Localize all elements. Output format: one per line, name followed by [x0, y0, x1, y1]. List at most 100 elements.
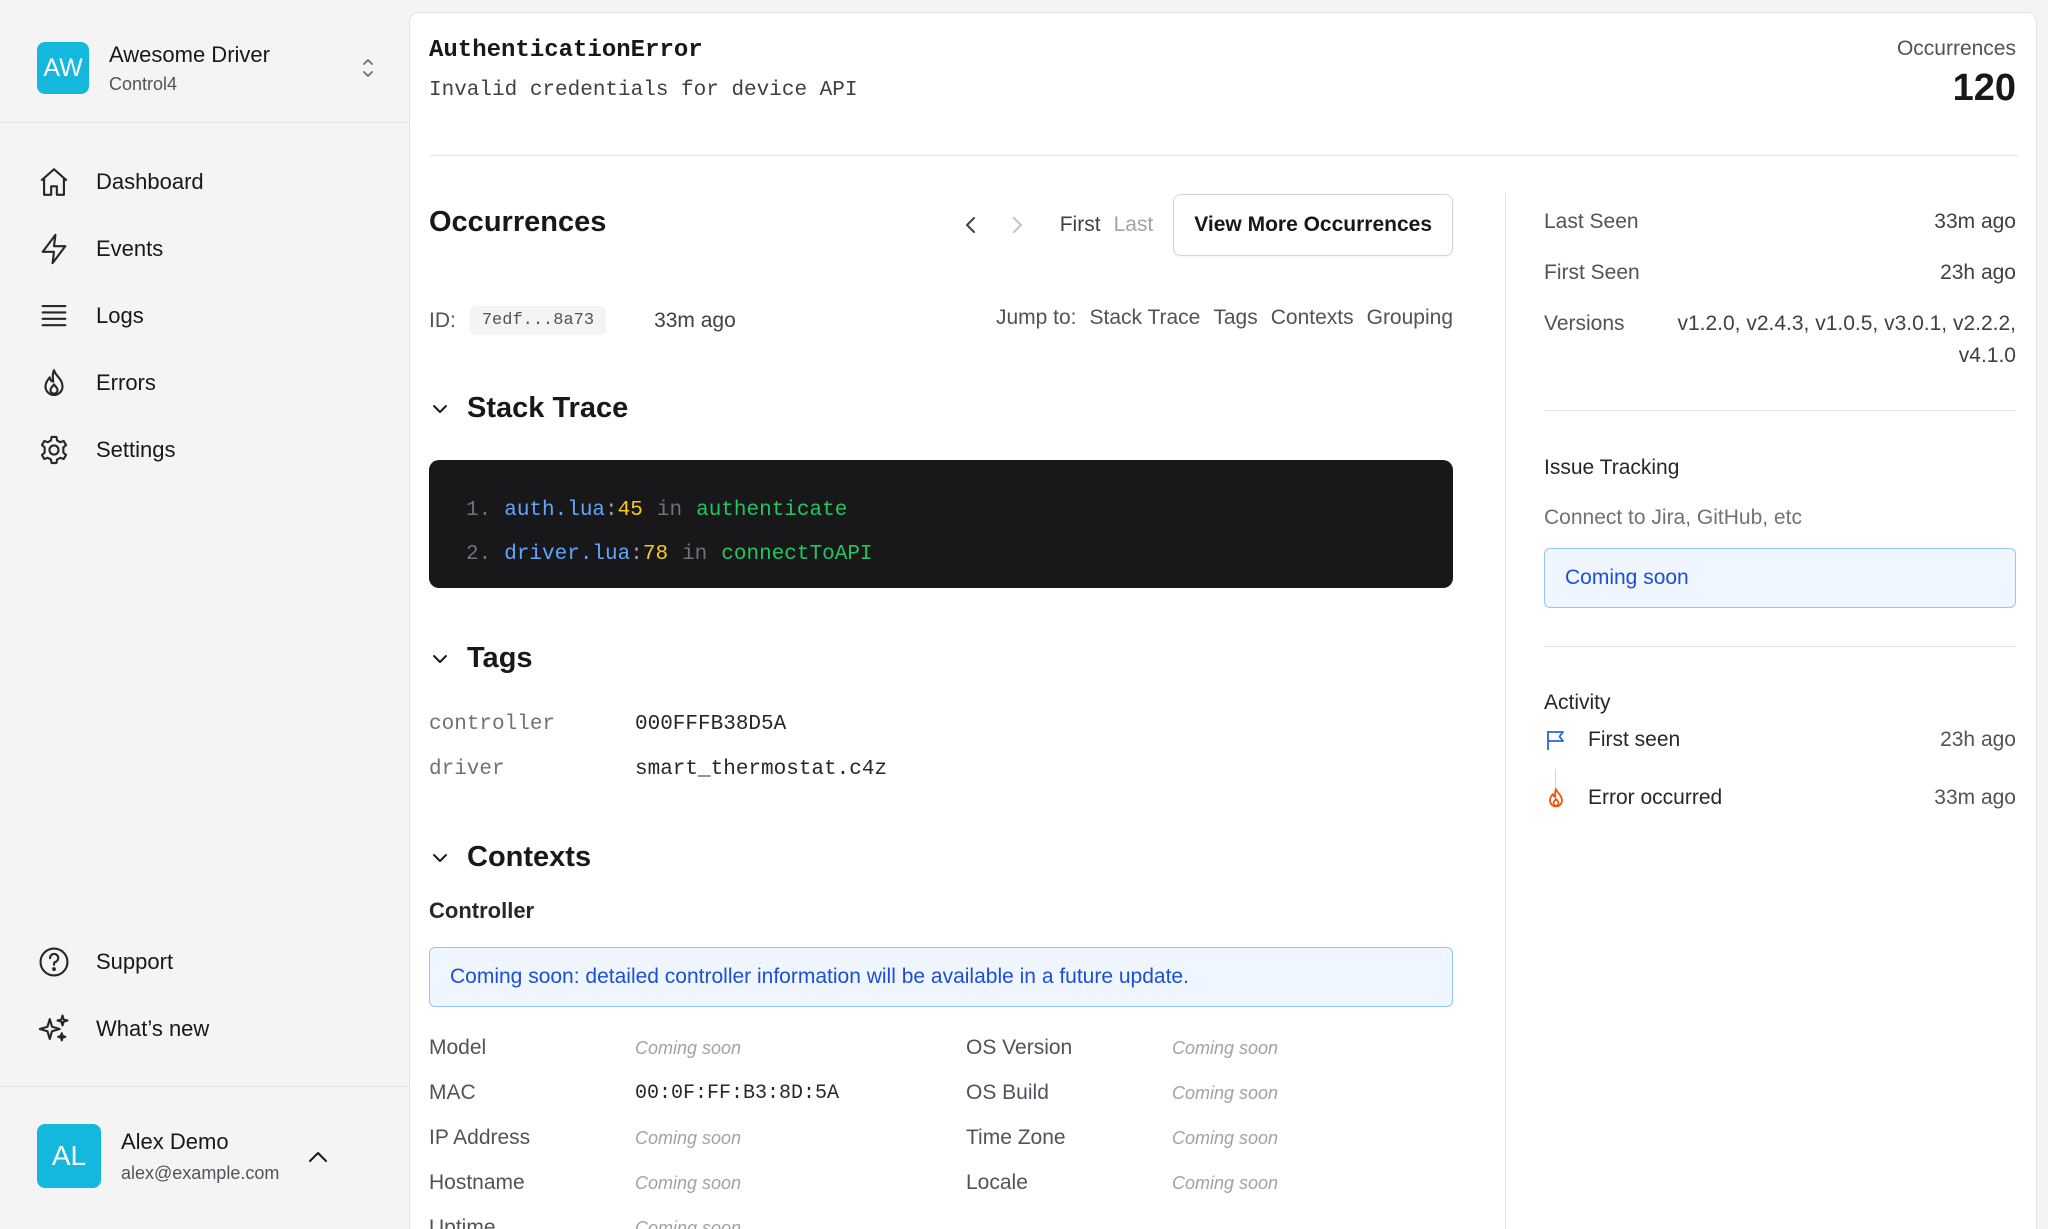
flame-icon [1549, 788, 1563, 808]
header-divider [429, 155, 2019, 156]
chevron-left-icon[interactable] [956, 210, 986, 240]
versions-value: v1.2.0, v2.4.3, v1.0.5, v3.0.1, v2.2.2, … [1677, 308, 2016, 372]
frame-line: 45 [617, 498, 643, 522]
occurrence-pager: First Last View More Occurrences [956, 194, 1453, 256]
chevron-right-icon [1012, 217, 1022, 233]
sparkles-icon [38, 1013, 69, 1041]
gear-icon [40, 435, 68, 464]
tag-value: 000FFFB38D5A [635, 713, 787, 736]
frame-function: connectToAPI [721, 542, 873, 566]
context-key: OS Version [966, 1036, 1073, 1059]
tags-heading: Tags [467, 642, 533, 674]
sidebar-item-label: Settings [96, 436, 176, 462]
flag-icon [1547, 731, 1564, 750]
last-seen-row: Last Seen 33m ago [1544, 210, 2016, 234]
last-seen-label: Last Seen [1544, 210, 1639, 233]
sidebar-item-label: Events [96, 235, 164, 261]
sidebar-item-label: Logs [96, 302, 144, 328]
sidebar-item-support[interactable]: Support [37, 928, 377, 995]
error-detail-panel: AuthenticationError Invalid credentials … [409, 12, 2037, 1229]
sidebar-item-label: Errors [96, 369, 156, 395]
activity-label: First seen [1588, 728, 1681, 751]
context-key: Model [429, 1036, 487, 1059]
team-name: Awesome Driver [109, 41, 270, 67]
sidebar: AW Awesome Driver Control4 Dashboard Eve… [0, 0, 409, 1229]
context-key: Time Zone [966, 1126, 1066, 1149]
tag-row: driver smart_thermostat.c4z [429, 758, 887, 781]
last-occurrence-link: Last [1113, 213, 1154, 236]
context-value: Coming soon [635, 1217, 742, 1229]
error-message: Invalid credentials for device API [429, 79, 858, 102]
frame-number: 1. [466, 498, 492, 522]
stack-trace-code: 1. auth.lua:45 in authenticate 2. driver… [429, 460, 1453, 588]
sidebar-item-logs[interactable]: Logs [37, 282, 377, 349]
controller-coming-soon-notice: Coming soon: detailed controller informa… [429, 947, 1453, 1007]
frame-in: in [656, 498, 683, 522]
tag-value: smart_thermostat.c4z [635, 758, 888, 781]
stack-trace-heading: Stack Trace [467, 392, 629, 424]
section-divider [1544, 410, 2016, 411]
chevron-up-down-icon [363, 59, 373, 77]
sidebar-item-errors[interactable]: Errors [37, 349, 377, 416]
sidebar-item-whats-new[interactable]: What’s new [37, 995, 377, 1062]
chevron-down-icon [433, 853, 447, 862]
first-occurrence-link[interactable]: First [1060, 213, 1101, 237]
activity-item: Error occurred 33m ago [1544, 786, 2016, 810]
context-key: MAC [429, 1081, 476, 1104]
context-value: 00:0F:FF:B3:8D:5A [635, 1081, 840, 1105]
frame-line: 78 [642, 542, 669, 566]
id-label: ID: [429, 308, 456, 332]
stack-frame: 2. driver.lua:78 in connectToAPI [466, 542, 873, 566]
occurrence-id[interactable]: 7edf...8a73 [469, 306, 607, 335]
versions-line: v1.2.0, v2.4.3, v1.0.5, v3.0.1, v2.2.2, [1677, 312, 2016, 335]
chevron-up-icon [309, 1152, 327, 1162]
tag-row: controller 000FFFB38D5A [429, 713, 786, 736]
first-seen-value: 23h ago [1940, 261, 2016, 284]
activity-time: 33m ago [1934, 786, 2016, 809]
tags-toggle[interactable]: Tags [429, 642, 533, 675]
stack-trace-toggle[interactable]: Stack Trace [429, 392, 628, 425]
context-row: Uptime Coming soon [429, 1216, 741, 1229]
sidebar-divider [0, 1086, 409, 1087]
user-name: Alex Demo [121, 1128, 229, 1154]
versions-line: v4.1.0 [1958, 344, 2016, 367]
first-seen-row: First Seen 23h ago [1544, 261, 2016, 285]
activity-heading: Activity [1544, 691, 1611, 714]
jump-contexts-link[interactable]: Contexts [1271, 306, 1354, 330]
flame-icon [44, 368, 64, 396]
context-row: Model Coming soon [429, 1036, 741, 1060]
context-row: Locale Coming soon [966, 1171, 1278, 1195]
list-icon [41, 304, 67, 326]
team-platform: Control4 [109, 73, 178, 94]
team-switcher[interactable]: AW Awesome Driver Control4 [37, 40, 377, 96]
tag-key: controller [429, 713, 556, 736]
contexts-toggle[interactable]: Contexts [429, 841, 591, 874]
secondary-nav: Support What’s new [37, 928, 377, 1062]
tag-key: driver [429, 758, 505, 781]
frame-in: in [682, 542, 708, 566]
chevron-down-icon [433, 654, 447, 663]
context-row: OS Build Coming soon [966, 1081, 1278, 1105]
sidebar-item-dashboard[interactable]: Dashboard [37, 148, 377, 215]
activity-label: Error occurred [1588, 786, 1723, 809]
versions-row: Versions v1.2.0, v2.4.3, v1.0.5, v3.0.1,… [1544, 312, 2016, 372]
context-value: Coming soon [635, 1172, 742, 1193]
occurrences-count: 120 [1952, 67, 2016, 109]
context-value: Coming soon [635, 1127, 742, 1148]
jump-stack-trace-link[interactable]: Stack Trace [1089, 306, 1200, 330]
context-value: Coming soon [1172, 1172, 1279, 1193]
sidebar-item-events[interactable]: Events [37, 215, 377, 282]
jump-grouping-link[interactable]: Grouping [1367, 306, 1453, 330]
sidebar-item-label: Dashboard [96, 168, 204, 194]
occurrences-label: Occurrences [1896, 37, 2016, 60]
sidebar-item-settings[interactable]: Settings [37, 416, 377, 483]
issue-tracking-status: Coming soon [1544, 548, 2016, 608]
chevron-down-icon [433, 404, 447, 413]
view-more-occurrences-button[interactable]: View More Occurrences [1173, 194, 1453, 256]
context-value: Coming soon [1172, 1127, 1279, 1148]
sidebar-item-label: Support [96, 948, 174, 974]
avatar: AL [37, 1124, 101, 1188]
versions-label: Versions [1544, 312, 1625, 335]
user-menu[interactable]: AL Alex Demo alex@example.com [37, 1124, 377, 1188]
jump-tags-link[interactable]: Tags [1213, 306, 1257, 330]
